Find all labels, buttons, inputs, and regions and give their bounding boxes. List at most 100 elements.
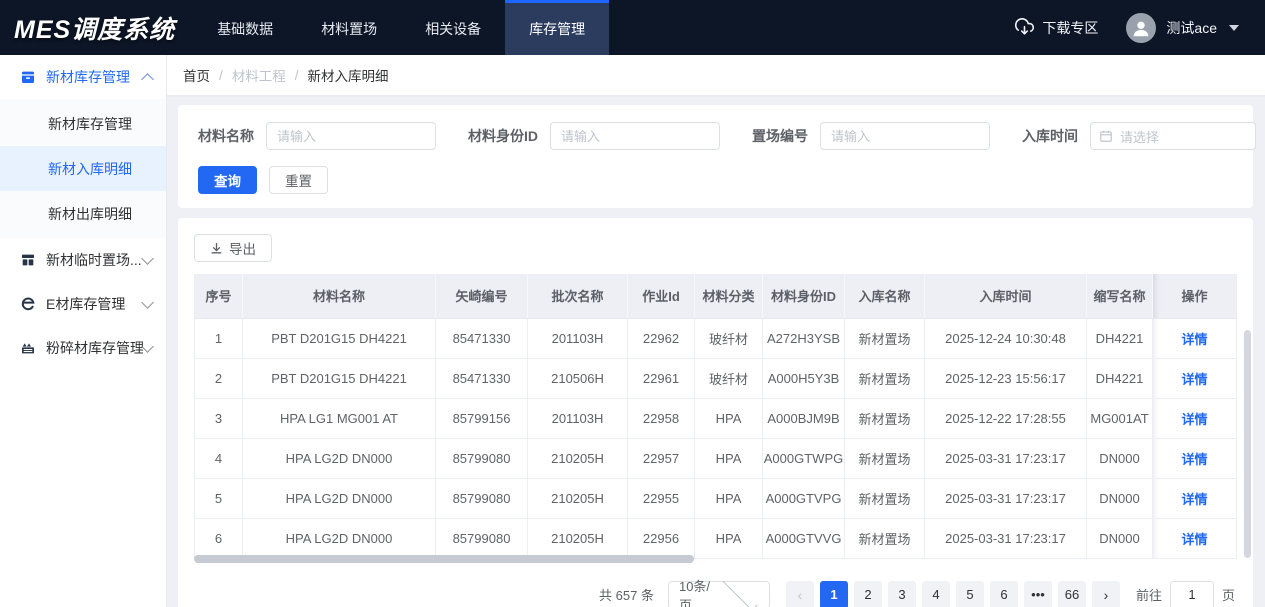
download-label: 下载专区 xyxy=(1042,18,1098,38)
download-icon xyxy=(210,242,223,255)
table-cell: 22962 xyxy=(628,318,695,358)
column-header-操作: 操作 xyxy=(1153,274,1237,318)
table-cell: 85799080 xyxy=(436,438,528,478)
page-button-3[interactable]: 3 xyxy=(888,581,916,607)
sidebar-group-label: E材库存管理 xyxy=(46,294,143,314)
sidebar-item-新材入库明细[interactable]: 新材入库明细 xyxy=(0,146,166,191)
sidebar-group-新材临时置场...[interactable]: 新材临时置场... xyxy=(0,238,166,282)
next-page-button[interactable]: › xyxy=(1092,581,1120,607)
content: 材料名称材料身份ID置场编号入库时间请选择 查询 重置 导出 xyxy=(167,95,1265,607)
table-cell: 6 xyxy=(195,518,243,558)
user-name: 测试ace xyxy=(1166,18,1217,38)
top-menu-item[interactable]: 相关设备 xyxy=(401,0,505,55)
table-row: 6HPA LG2D DN00085799080210205H22956HPAA0… xyxy=(195,518,1237,558)
top-navbar: MES调度系统 基础数据材料置场相关设备库存管理 下载专区 测试ace xyxy=(0,0,1265,55)
table-cell: A272H3YSB xyxy=(763,318,845,358)
page-button-2[interactable]: 2 xyxy=(854,581,882,607)
table-cell: 2025-03-31 17:23:17 xyxy=(925,438,1087,478)
table-cell: 22957 xyxy=(628,438,695,478)
table-cell: 201103H xyxy=(528,398,628,438)
table-body: 1PBT D201G15 DH422185471330201103H22962玻… xyxy=(195,318,1237,558)
sidebar-item-新材库存管理[interactable]: 新材库存管理 xyxy=(0,101,166,146)
column-header-材料身份ID: 材料身份ID xyxy=(763,274,845,318)
top-menu: 基础数据材料置场相关设备库存管理 xyxy=(193,0,609,55)
table-cell: DH4221 xyxy=(1087,318,1153,358)
download-area-button[interactable]: 下载专区 xyxy=(1015,18,1098,38)
column-header-作业Id: 作业Id xyxy=(628,274,695,318)
goto-suffix: 页 xyxy=(1222,585,1235,604)
breadcrumb-item[interactable]: 首页 xyxy=(183,65,210,85)
table-cell: 玻纤材 xyxy=(695,318,763,358)
date-placeholder: 请选择 xyxy=(1120,127,1159,146)
action-cell: 详情 xyxy=(1153,438,1237,478)
filter-input-材料身份ID[interactable] xyxy=(550,122,720,150)
page-button-6[interactable]: 6 xyxy=(990,581,1018,607)
table-cell: DN000 xyxy=(1087,518,1153,558)
filter-input-材料名称[interactable] xyxy=(266,122,436,150)
detail-link[interactable]: 详情 xyxy=(1181,492,1207,507)
column-header-材料名称: 材料名称 xyxy=(243,274,436,318)
table-wrap: 序号材料名称矢崎编号批次名称作业Id材料分类材料身份ID入库名称入库时间缩写名称… xyxy=(194,274,1237,559)
page-size-select[interactable]: 10条/页 xyxy=(668,581,770,607)
chevron-up-icon xyxy=(141,73,154,86)
more-pages-button[interactable]: ••• xyxy=(1024,581,1052,607)
vertical-scrollbar-thumb[interactable] xyxy=(1244,330,1251,558)
table-cell: 2025-03-31 17:23:17 xyxy=(925,518,1087,558)
user-icon xyxy=(1130,17,1152,39)
detail-link[interactable]: 详情 xyxy=(1181,372,1207,387)
top-menu-item[interactable]: 库存管理 xyxy=(505,0,609,55)
page-button-66[interactable]: 66 xyxy=(1058,581,1086,607)
sidebar-submenu: 新材库存管理新材入库明细新材出库明细 xyxy=(0,99,166,238)
detail-link[interactable]: 详情 xyxy=(1181,532,1207,547)
inbound-date-input[interactable]: 请选择 xyxy=(1090,122,1256,150)
goto-page-input[interactable] xyxy=(1170,581,1214,607)
filter-label: 入库时间 xyxy=(1022,126,1078,146)
page-button-1[interactable]: 1 xyxy=(820,581,848,607)
search-button[interactable]: 查询 xyxy=(198,166,257,194)
table-row: 2PBT D201G15 DH422185471330210506H22961玻… xyxy=(195,358,1237,398)
table-cell: 2 xyxy=(195,358,243,398)
action-cell: 详情 xyxy=(1153,398,1237,438)
table-cell: HPA LG1 MG001 AT xyxy=(243,398,436,438)
table-cell: 22956 xyxy=(628,518,695,558)
table-cell: HPA LG2D DN000 xyxy=(243,478,436,518)
table-cell: DN000 xyxy=(1087,478,1153,518)
calendar-icon xyxy=(1099,129,1113,143)
sidebar-group-粉碎材库存管理[interactable]: 粉碎材库存管理 xyxy=(0,326,166,370)
sidebar-group-E材库存管理[interactable]: E材库存管理 xyxy=(0,282,166,326)
prev-page-button[interactable]: ‹ xyxy=(786,581,814,607)
table-cell: HPA xyxy=(695,398,763,438)
column-header-缩写名称: 缩写名称 xyxy=(1087,274,1153,318)
table-cell: 85799080 xyxy=(436,518,528,558)
table-row: 1PBT D201G15 DH422185471330201103H22962玻… xyxy=(195,318,1237,358)
sidebar-group-label: 新材库存管理 xyxy=(46,67,143,87)
table-cell: DN000 xyxy=(1087,438,1153,478)
horizontal-scrollbar-thumb[interactable] xyxy=(194,555,694,563)
sidebar-group-新材库存管理[interactable]: 新材库存管理 xyxy=(0,55,166,99)
page-button-4[interactable]: 4 xyxy=(922,581,950,607)
chevron-down-icon xyxy=(141,340,154,353)
table-card: 导出 序号材料名称矢崎编号批次名称作业Id材料分类材料身份ID入库名称入库时间缩… xyxy=(178,218,1253,607)
action-cell: 详情 xyxy=(1153,478,1237,518)
filter-row: 材料名称材料身份ID置场编号入库时间请选择 xyxy=(198,122,1233,150)
table-cell: 新材置场 xyxy=(845,478,925,518)
filter-input-置场编号[interactable] xyxy=(820,122,990,150)
table-cell: HPA xyxy=(695,478,763,518)
export-button[interactable]: 导出 xyxy=(194,234,272,262)
top-menu-item[interactable]: 材料置场 xyxy=(297,0,401,55)
top-menu-item[interactable]: 基础数据 xyxy=(193,0,297,55)
detail-link[interactable]: 详情 xyxy=(1181,332,1207,347)
column-header-矢崎编号: 矢崎编号 xyxy=(436,274,528,318)
user-menu[interactable]: 测试ace xyxy=(1126,13,1239,43)
sidebar-item-新材出库明细[interactable]: 新材出库明细 xyxy=(0,191,166,236)
breadcrumb-separator: / xyxy=(219,68,223,83)
goto-label: 前往 xyxy=(1136,585,1162,604)
chevron-down-icon xyxy=(1229,25,1239,31)
detail-link[interactable]: 详情 xyxy=(1181,452,1207,467)
detail-link[interactable]: 详情 xyxy=(1181,412,1207,427)
goto-group: 前往 页 xyxy=(1136,581,1235,607)
page-button-5[interactable]: 5 xyxy=(956,581,984,607)
download-cloud-icon xyxy=(1015,18,1034,37)
export-label: 导出 xyxy=(229,238,256,258)
reset-button[interactable]: 重置 xyxy=(269,166,328,194)
